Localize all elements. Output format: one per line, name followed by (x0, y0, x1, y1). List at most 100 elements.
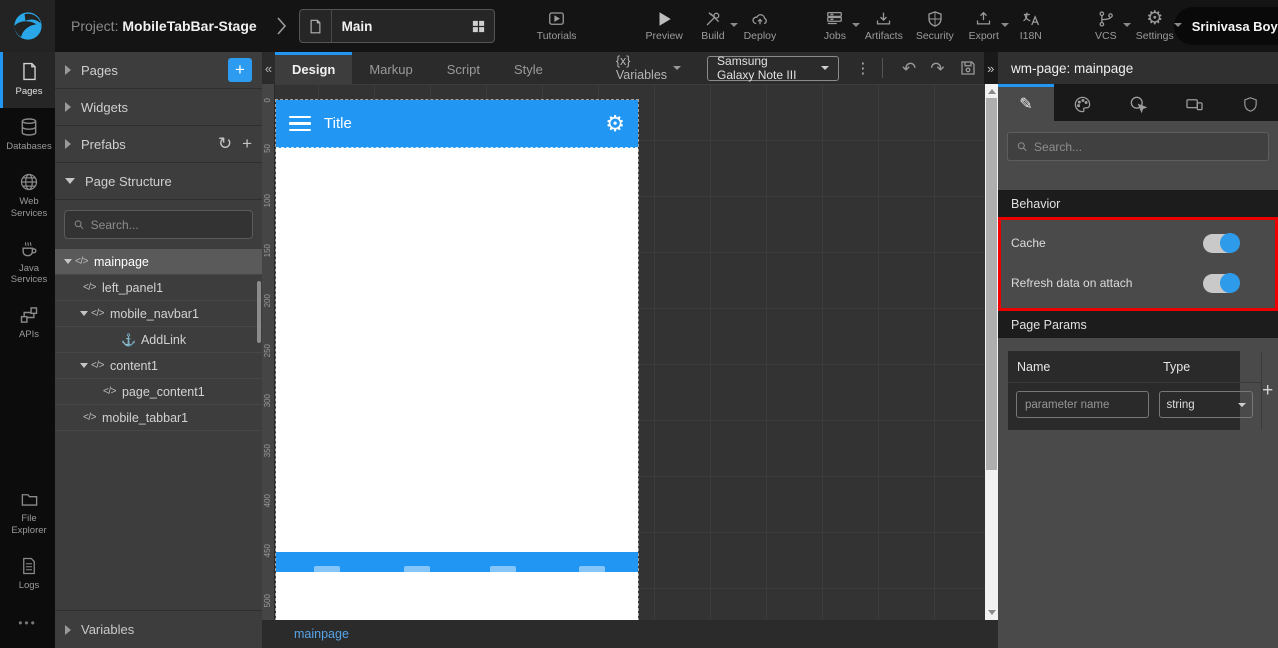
sidebar-item-web-services[interactable]: Web Services (0, 163, 55, 230)
mobile-navbar-widget[interactable]: Title ⚙ (276, 100, 638, 148)
wavemaker-logo[interactable] (0, 0, 55, 52)
sidebar-item-java-services[interactable]: Java Services (0, 230, 55, 297)
redo-icon[interactable]: ↷ (930, 60, 944, 77)
jobs-button[interactable]: Jobs (818, 10, 860, 42)
tree-item-page-content1[interactable]: </> page_content1 (55, 379, 262, 405)
tab-devices[interactable] (1166, 84, 1222, 121)
undo-icon[interactable]: ↶ (902, 60, 916, 77)
tabbar-icon (579, 566, 605, 572)
tree-item-addlink[interactable]: ⚓ AddLink (55, 327, 262, 353)
behavior-section-header: Behavior (998, 190, 1278, 217)
scroll-down-icon[interactable] (988, 610, 996, 615)
add-prefab-icon[interactable]: + (242, 135, 252, 153)
cache-toggle[interactable] (1203, 233, 1240, 253)
page-content-widget[interactable] (276, 148, 638, 552)
tree-item-mobile-navbar1[interactable]: </> mobile_navbar1 (55, 301, 262, 327)
play-icon (655, 10, 673, 28)
tab-properties[interactable]: ✎ (998, 84, 1054, 121)
left-panel-scrollbar[interactable] (257, 281, 261, 343)
more-options-icon[interactable]: ••• (0, 602, 55, 648)
tab-events[interactable] (1110, 84, 1166, 121)
tree-item-mainpage[interactable]: </> mainpage (55, 249, 262, 275)
translate-icon (1021, 10, 1041, 28)
tab-style[interactable]: Style (497, 52, 560, 84)
section-widgets[interactable]: Widgets (55, 89, 262, 126)
scrollbar-thumb[interactable] (986, 98, 997, 470)
i18n-button[interactable]: I18N (1014, 10, 1048, 42)
collapse-panel-icon[interactable]: « (262, 52, 275, 84)
search-input[interactable] (1034, 139, 1260, 154)
cache-label: Cache (1011, 236, 1046, 250)
name-column-header: Name (1017, 359, 1051, 374)
chevron-down-icon (1173, 23, 1182, 27)
refresh-data-toggle[interactable] (1203, 273, 1240, 293)
param-name-input[interactable] (1016, 391, 1150, 418)
cache-row: Cache (1011, 230, 1265, 256)
caret-right-icon (65, 139, 71, 149)
tree-item-left-panel1[interactable]: </> left_panel1 (55, 275, 262, 301)
kebab-menu-icon[interactable]: ⋮ (855, 61, 870, 76)
globe-icon (20, 173, 38, 190)
deploy-button[interactable]: Deploy (743, 10, 777, 42)
activity-bar-spacer (0, 351, 55, 481)
section-pages[interactable]: Pages + (55, 52, 262, 89)
chevron-down-icon (1238, 402, 1247, 407)
section-variables[interactable]: Variables (55, 610, 262, 648)
folder-icon (21, 494, 37, 507)
user-menu[interactable]: Srinivasa Boyina SB (1173, 7, 1278, 45)
shield-icon (926, 10, 944, 28)
chevron-down-icon (673, 66, 682, 70)
settings-button[interactable]: ⚙ Settings (1136, 9, 1182, 42)
properties-search[interactable] (1007, 132, 1269, 161)
export-button[interactable]: Export (967, 10, 1009, 42)
tab-script[interactable]: Script (430, 52, 497, 84)
section-page-structure[interactable]: Page Structure (55, 163, 262, 200)
design-canvas[interactable]: 0 50 100 150 200 250 300 350 400 450 500… (262, 84, 998, 620)
param-type-select[interactable]: string (1159, 391, 1254, 418)
sidebar-item-file-explorer[interactable]: File Explorer (0, 481, 55, 547)
sidebar-item-logs[interactable]: Logs (0, 547, 55, 602)
sidebar-item-apis[interactable]: APIs (0, 296, 55, 351)
tools-icon (703, 10, 723, 28)
navbar-title: Title (324, 115, 352, 132)
tab-markup[interactable]: Markup (352, 52, 429, 84)
variables-button[interactable]: {x} Variables (616, 54, 682, 82)
add-page-button[interactable]: + (228, 58, 252, 82)
anchor-icon: ⚓ (121, 332, 136, 347)
logo-icon (13, 12, 42, 40)
add-param-button[interactable]: + (1261, 351, 1273, 430)
tutorials-button[interactable]: Tutorials (537, 10, 577, 42)
device-selector[interactable]: Samsung Galaxy Note III (707, 54, 840, 82)
page-structure-search[interactable] (64, 210, 253, 239)
tab-design[interactable]: Design (275, 52, 353, 84)
page-selector[interactable]: Main (298, 9, 495, 43)
file-tab-mainpage[interactable]: mainpage (294, 627, 349, 641)
chevron-down-icon (821, 66, 830, 70)
preview-button[interactable]: Preview (646, 10, 683, 42)
navbar-gear-icon[interactable]: ⚙ (605, 112, 625, 135)
save-icon[interactable] (959, 59, 977, 77)
refresh-icon[interactable]: ↻ (218, 135, 232, 153)
hamburger-menu-icon[interactable] (289, 115, 311, 132)
mobile-preview[interactable]: Title ⚙ (275, 99, 639, 620)
expand-panel-icon[interactable]: » (983, 52, 998, 84)
vcs-button[interactable]: VCS (1089, 10, 1131, 42)
security-button[interactable]: Security (916, 10, 954, 42)
scroll-up-icon[interactable] (988, 89, 996, 94)
tree-item-content1[interactable]: </> content1 (55, 353, 262, 379)
tree-item-mobile-tabbar1[interactable]: </> mobile_tabbar1 (55, 405, 262, 431)
tab-security[interactable] (1222, 84, 1278, 121)
search-input[interactable] (90, 217, 244, 232)
refresh-data-label: Refresh data on attach (1011, 276, 1133, 290)
caret-down-icon (80, 363, 88, 368)
section-prefabs[interactable]: Prefabs ↻ + (55, 126, 262, 163)
sidebar-item-databases[interactable]: Databases (0, 108, 55, 163)
grid-view-icon[interactable] (464, 19, 494, 34)
build-button[interactable]: Build (696, 10, 738, 42)
canvas-scrollbar[interactable] (985, 84, 998, 620)
mobile-tabbar-widget[interactable] (276, 552, 638, 572)
tab-styles[interactable] (1054, 84, 1110, 121)
sidebar-item-pages[interactable]: Pages (0, 52, 55, 108)
artifacts-button[interactable]: Artifacts (865, 10, 903, 42)
tabbar-icon (314, 566, 340, 572)
